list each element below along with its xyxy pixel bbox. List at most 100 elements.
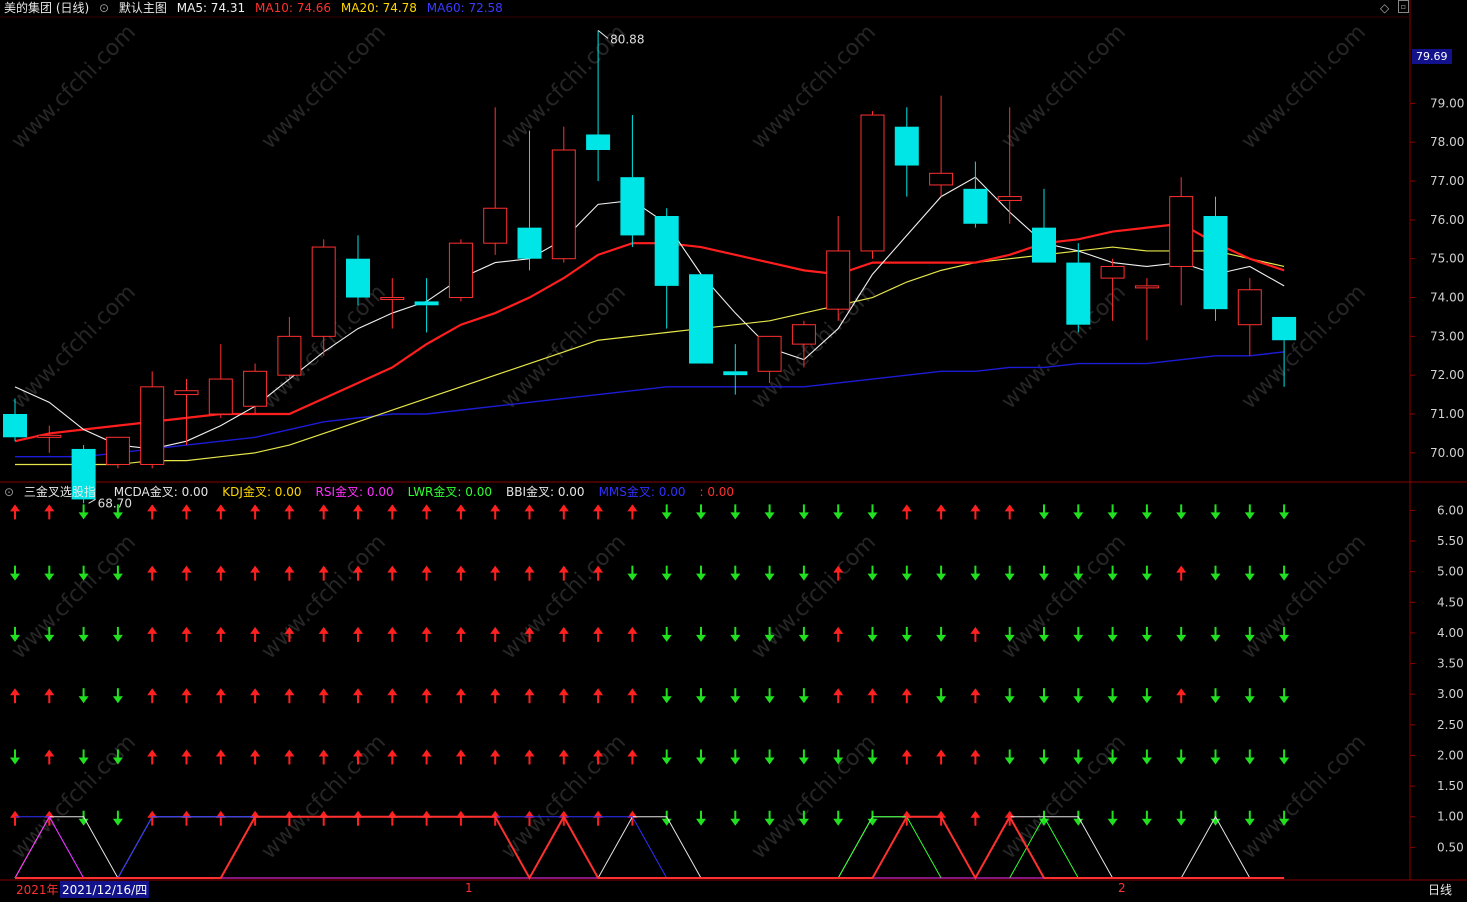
arrow-head [696,696,706,704]
indicator-header: ⊙ 三金叉选股指 MCDA金叉: 0.00 KDJ金叉: 0.00 RSI金叉: 0… [4,484,746,500]
up-arrow-icon [181,504,192,520]
arrow-head [421,565,432,573]
up-arrow-icon [215,565,226,581]
up-arrow-icon [318,504,329,520]
down-arrow-icon [1244,810,1255,826]
window-icon[interactable]: ▫ [1398,0,1409,13]
arrow-head [936,749,947,757]
down-arrow-icon [44,565,55,581]
up-arrow-icon [147,626,158,642]
up-arrow-icon [901,749,912,765]
arrow-head [387,565,398,573]
down-arrow-icon [833,810,844,826]
down-arrow-icon [1107,688,1118,704]
arrow-head [1210,512,1221,520]
down-arrow-icon [696,688,706,704]
candle-body [483,207,508,244]
up-arrow-icon [455,749,466,765]
arrow-head [112,818,123,826]
arrow-head [936,634,947,642]
up-arrow-icon [421,810,432,826]
up-arrow-icon [250,749,261,765]
arrow-head [1176,512,1187,520]
up-arrow-icon [215,810,226,826]
candle [654,208,679,329]
arrow-head [936,696,947,704]
down-arrow-icon [936,688,947,704]
down-arrow-icon [661,688,672,704]
price-tick-label: 71.00 [1430,407,1464,421]
main-chart-selector[interactable]: 默认主图 [119,1,167,15]
up-arrow-icon [147,749,158,765]
arrow-head [1279,512,1290,520]
arrow-head [215,565,226,573]
arrow-head [353,626,363,634]
diamond-icon[interactable]: ◇ [1380,1,1389,15]
candle-body [757,335,782,372]
arrow-head [284,504,295,512]
up-arrow-icon [490,565,501,581]
arrow-head [524,504,535,512]
indicator-legend-item: : 0.00 [699,485,735,499]
up-arrow-icon [318,749,329,765]
candle-body [140,386,165,465]
watermark-text: www.cfchi.com [497,280,631,414]
candle-body [414,301,439,306]
period-button[interactable]: 日线 [1428,881,1452,898]
indicator-tick-label: 2.00 [1437,748,1464,762]
indicator-toggle-icon[interactable]: ⊙ [4,485,14,499]
arrow-head [867,512,878,520]
up-arrow-icon [44,504,55,520]
candle-body [997,196,1022,201]
settings-circle-icon[interactable]: ⊙ [99,1,109,15]
indicator-tick-label: 2.50 [1437,718,1464,732]
up-arrow-icon [627,504,638,520]
up-arrow-icon [833,688,844,704]
arrow-head [524,688,535,696]
candle-body [37,434,62,438]
down-arrow-icon [1004,565,1015,581]
down-arrow-icon [1141,504,1152,520]
down-arrow-icon [1004,749,1015,765]
down-arrow-icon [1244,749,1255,765]
up-arrow-icon [490,688,501,704]
down-arrow-icon [901,565,912,581]
down-arrow-icon [1176,504,1187,520]
time-axis-footer: 2021年 2021/12/16/四 1 2 日线 [0,880,1467,902]
stock-title[interactable]: 美的集团 (日线) [4,1,89,15]
arrow-head [970,626,981,634]
arrow-head [901,688,912,696]
candle [826,216,851,321]
up-arrow-icon [593,810,604,826]
candle [37,425,62,453]
down-arrow-icon [78,626,89,642]
arrow-head [1107,818,1118,826]
indicator-tick-label: 3.00 [1437,687,1464,701]
arrow-head [1004,504,1015,512]
down-arrow-icon [1279,565,1290,581]
arrow-head [78,512,89,520]
candle-body [654,216,679,286]
up-arrow-icon [490,749,501,765]
down-arrow-icon [901,626,912,642]
up-arrow-icon [421,504,432,520]
candle [894,107,919,197]
candle-body [586,134,611,150]
up-arrow-icon [490,504,501,520]
arrow-head [867,634,878,642]
arrow-head [901,573,912,581]
up-arrow-icon [10,688,20,704]
candle-body [1203,216,1228,310]
up-arrow-icon [524,565,535,581]
arrow-head [661,634,672,642]
arrow-head [147,565,158,573]
arrow-head [44,504,55,512]
up-arrow-icon [284,749,295,765]
candle [140,371,165,469]
indicator-legend-item: RSI金叉: 0.00 [315,485,394,499]
up-arrow-icon [215,504,226,520]
indicator-title[interactable]: 三金叉选股指 [24,485,96,499]
candle [551,126,576,263]
arrow-head [1141,512,1152,520]
price-tick-label: 74.00 [1430,291,1464,305]
